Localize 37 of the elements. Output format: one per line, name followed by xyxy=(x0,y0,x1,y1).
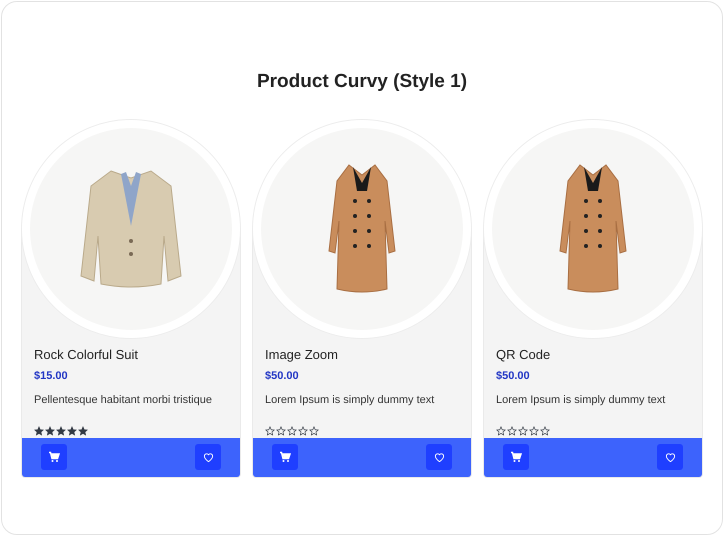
wishlist-button[interactable] xyxy=(195,444,221,470)
add-to-cart-button[interactable] xyxy=(503,444,529,470)
heart-icon xyxy=(664,452,676,462)
heart-icon xyxy=(434,452,444,462)
product-description: Lorem Ipsum is simply dummy text xyxy=(496,393,666,408)
product-name: QR Code xyxy=(496,346,552,364)
star-icon xyxy=(298,426,308,436)
add-to-cart-button[interactable] xyxy=(41,444,67,470)
product-description: Pellentesque habitant morbi tristique xyxy=(34,393,213,408)
star-icon xyxy=(34,426,44,436)
wishlist-button[interactable] xyxy=(426,444,452,470)
star-icon xyxy=(78,426,88,436)
star-icon xyxy=(529,426,539,436)
star-icon xyxy=(287,426,297,436)
product-name: Image Zoom xyxy=(265,346,339,364)
star-icon xyxy=(67,426,77,436)
add-to-cart-button[interactable] xyxy=(272,444,298,470)
star-icon xyxy=(496,426,506,436)
star-icon xyxy=(45,426,55,436)
star-icon xyxy=(276,426,286,436)
star-icon xyxy=(265,426,275,436)
product-description: Lorem Ipsum is simply dummy text xyxy=(265,393,436,408)
cart-icon xyxy=(279,451,291,463)
star-icon xyxy=(309,426,319,436)
star-icon xyxy=(518,426,528,436)
heart-icon xyxy=(202,452,214,462)
star-icon xyxy=(56,426,66,436)
section-title: Product Curvy (Style 1) xyxy=(256,70,468,94)
cart-icon xyxy=(48,451,60,463)
star-icon xyxy=(507,426,517,436)
wishlist-button[interactable] xyxy=(657,444,683,470)
product-price: $15.00 xyxy=(34,368,69,384)
star-icon xyxy=(540,426,550,436)
cart-icon xyxy=(510,451,522,463)
product-price: $50.00 xyxy=(496,368,531,384)
product-name: Rock Colorful Suit xyxy=(34,346,140,364)
product-price: $50.00 xyxy=(265,368,300,384)
